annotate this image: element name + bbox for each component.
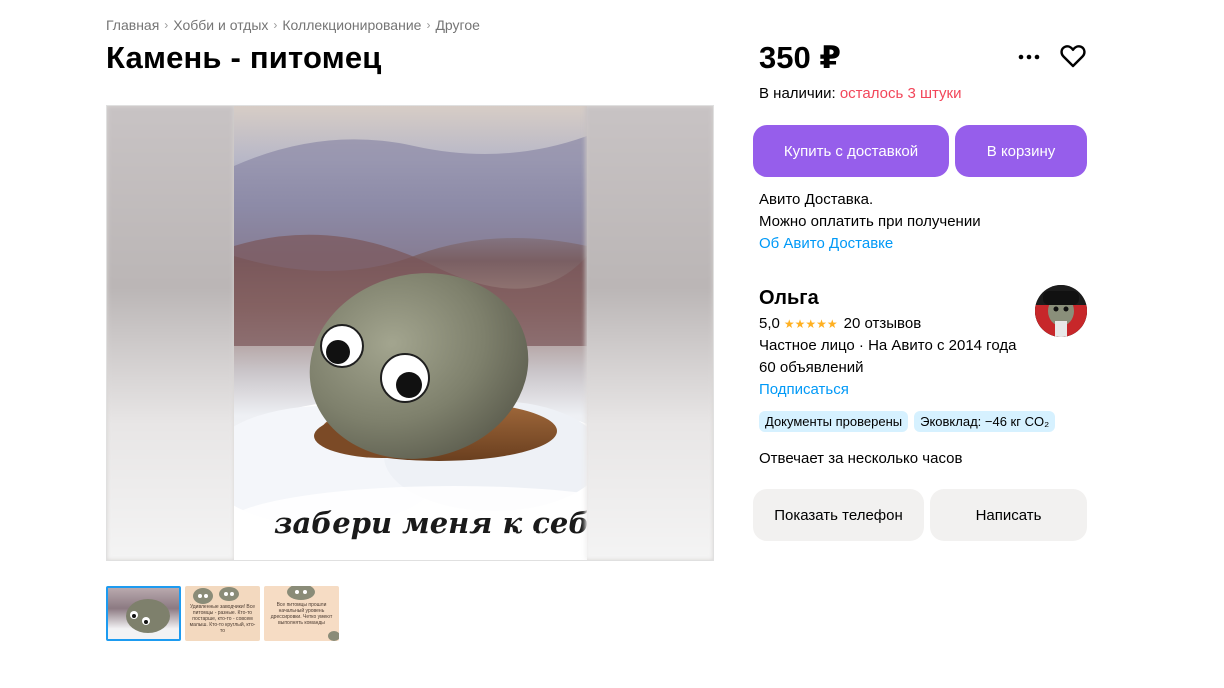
stock-label: В наличии: [759,85,840,102]
thumbnail-1[interactable] [106,586,181,641]
response-time: Отвечает за несколько часов [759,450,963,467]
more-options-icon[interactable] [1014,42,1044,72]
subscribe-link[interactable]: Подписаться [759,381,849,398]
price: 350 ₽ [759,40,841,75]
seller-badges: Документы проверены Эковклад: −46 кг CO₂ [759,411,1056,432]
seller-name[interactable]: Ольга [759,287,819,310]
rating-stars-icon: ★★★★★ [783,316,838,331]
breadcrumb-link-other[interactable]: Другое [435,17,479,33]
add-to-cart-button[interactable]: В корзину [955,125,1087,177]
delivery-info: Авито Доставка. Можно оплатить при получ… [759,189,981,255]
seller-rating: 5,0 ★★★★★ 20 отзывов [759,315,921,332]
badge-documents-verified[interactable]: Документы проверены [759,411,909,432]
thumbnail-strip: Удивленные заводчики! Все питомцы - разн… [106,586,339,641]
breadcrumb-separator: › [273,18,278,32]
show-phone-button[interactable]: Показать телефон [753,489,924,541]
watermark: Avito [507,529,557,551]
seller-avatar[interactable] [1035,285,1087,337]
thumbnail-text: Все питомцы прошли начальный уровень дре… [270,602,333,626]
favorite-heart-icon[interactable] [1058,41,1088,71]
thumbnail-rock-icon [193,587,239,604]
write-message-button[interactable]: Написать [930,489,1087,541]
badge-eco-contribution[interactable]: Эковклад: −46 кг CO₂ [914,411,1056,432]
stock-remaining: осталось 3 штуки [839,85,962,102]
thumbnail-text: Удивленные заводчики! Все питомцы - разн… [189,604,256,634]
reviews-link[interactable]: 20 отзывов [844,315,922,332]
breadcrumb-link-collecting[interactable]: Коллекционирование [282,17,421,33]
thumbnail-3[interactable]: Все питомцы прошли начальный уровень дре… [264,586,339,641]
seller-type: Частное лицо · На Авито с 2014 года [759,337,1017,354]
thumbnail-rock-icon [126,599,170,633]
breadcrumb: Главная › Хобби и отдых › Коллекциониров… [106,17,480,33]
listing-photo[interactable]: забери меня к себе... Avito [234,106,587,560]
thumbnail-2[interactable]: Удивленные заводчики! Все питомцы - разн… [185,586,260,641]
stock-status: В наличии: осталось 3 штуки [759,85,962,102]
breadcrumb-separator: › [426,18,431,32]
breadcrumb-link-home[interactable]: Главная [106,17,159,33]
breadcrumb-separator: › [164,18,169,32]
pet-rock-illustration [234,136,587,560]
gallery-blur-right [585,106,713,560]
seller-listings-count[interactable]: 60 объявлений [759,359,864,376]
breadcrumb-link-hobby[interactable]: Хобби и отдых [173,17,268,33]
buy-with-delivery-button[interactable]: Купить с доставкой [753,125,949,177]
delivery-line-1: Авито Доставка. [759,191,874,208]
rating-value: 5,0 [759,315,780,332]
page-title: Камень - питомец [106,40,382,75]
delivery-line-2: Можно оплатить при получении [759,213,981,230]
gallery-blur-left [107,106,234,560]
main-photo-gallery[interactable]: забери меня к себе... Avito [106,105,714,561]
about-delivery-link[interactable]: Об Авито Доставке [759,233,981,255]
